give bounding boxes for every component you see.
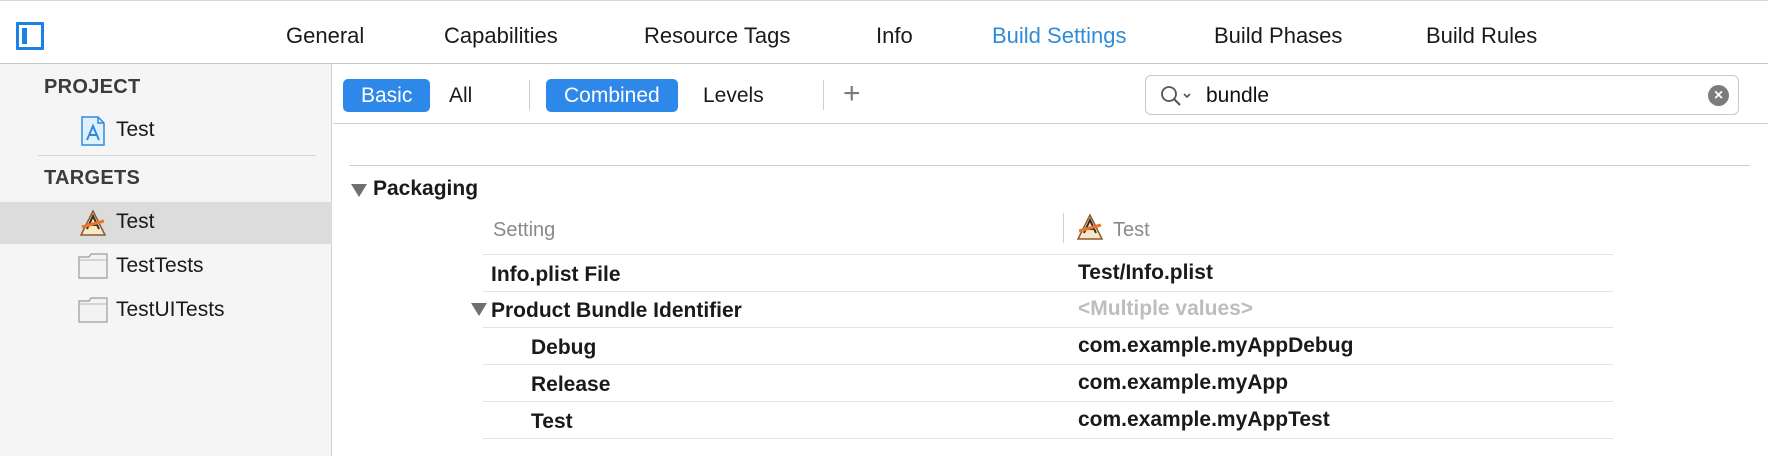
column-header-setting: Setting xyxy=(493,219,556,241)
column-header-target: Test xyxy=(1113,219,1150,241)
disclosure-triangle-icon[interactable] xyxy=(351,184,367,197)
navigator-toggle-icon[interactable] xyxy=(16,22,44,50)
setting-value[interactable]: <Multiple values> xyxy=(1078,297,1253,321)
group-title-packaging: Packaging xyxy=(373,177,479,200)
sidebar-divider xyxy=(38,155,316,156)
sidebar-item-target-test[interactable]: Test xyxy=(0,202,332,244)
table-row[interactable]: Product Bundle Identifier <Multiple valu… xyxy=(471,291,1613,328)
test-bundle-icon xyxy=(78,297,108,323)
sidebar-item-label: TestTests xyxy=(116,254,204,277)
all-filter-button[interactable]: All xyxy=(431,79,490,112)
project-file-icon xyxy=(81,116,105,146)
clear-search-icon[interactable]: × xyxy=(1708,85,1729,106)
table-row[interactable]: Release com.example.myApp xyxy=(483,365,1613,402)
project-section-header: PROJECT xyxy=(44,76,141,98)
editor-tab-bar: General Capabilities Resource Tags Info … xyxy=(0,0,1768,64)
build-settings-toolbar: Basic All Combined Levels + bundle × xyxy=(333,64,1768,124)
column-divider xyxy=(1063,213,1064,243)
search-field[interactable]: bundle × xyxy=(1145,75,1739,115)
setting-value[interactable]: com.example.myAppTest xyxy=(1078,408,1330,432)
app-target-icon xyxy=(1076,213,1104,240)
tab-info[interactable]: Info xyxy=(876,23,913,49)
tab-build-settings[interactable]: Build Settings xyxy=(992,23,1127,49)
targets-section-header: TARGETS xyxy=(44,167,141,189)
combined-view-button[interactable]: Combined xyxy=(546,79,678,112)
sidebar-item-project-test[interactable]: Test xyxy=(0,110,332,152)
setting-name: Release xyxy=(531,373,611,396)
project-target-sidebar: PROJECT Test TARGETS Test TestTests Test… xyxy=(0,64,332,456)
setting-value[interactable]: com.example.myAppDebug xyxy=(1078,334,1353,358)
table-row[interactable]: Info.plist File Test/Info.plist xyxy=(483,254,1613,292)
sidebar-item-target-testuitests[interactable]: TestUITests xyxy=(0,290,332,332)
setting-name: Debug xyxy=(531,336,597,359)
sidebar-item-label: Test xyxy=(116,210,155,233)
sidebar-item-target-testtests[interactable]: TestTests xyxy=(0,246,332,288)
search-input[interactable]: bundle xyxy=(1206,84,1269,108)
setting-value[interactable]: com.example.myApp xyxy=(1078,371,1288,395)
table-row[interactable]: Test com.example.myAppTest xyxy=(483,402,1613,439)
app-target-icon xyxy=(79,209,107,236)
sidebar-item-label: TestUITests xyxy=(116,298,225,321)
add-setting-button[interactable]: + xyxy=(843,78,861,110)
setting-name: Info.plist File xyxy=(491,263,621,286)
tab-capabilities[interactable]: Capabilities xyxy=(444,23,558,49)
toolbar-divider xyxy=(823,80,824,110)
toolbar-divider xyxy=(529,80,530,110)
basic-filter-button[interactable]: Basic xyxy=(343,79,431,112)
disclosure-triangle-icon[interactable] xyxy=(471,303,487,316)
tab-general[interactable]: General xyxy=(286,23,364,49)
tab-build-rules[interactable]: Build Rules xyxy=(1426,23,1537,49)
search-icon xyxy=(1161,86,1191,106)
sidebar-item-label: Test xyxy=(116,118,155,141)
test-bundle-icon xyxy=(78,253,108,279)
setting-name: Test xyxy=(531,410,573,433)
tab-resource-tags[interactable]: Resource Tags xyxy=(644,23,790,49)
table-row[interactable]: Debug com.example.myAppDebug xyxy=(483,328,1613,365)
levels-view-button[interactable]: Levels xyxy=(685,79,782,112)
build-settings-panel: Basic All Combined Levels + bundle × Pac… xyxy=(333,64,1768,456)
tab-build-phases[interactable]: Build Phases xyxy=(1214,23,1342,49)
setting-name: Product Bundle Identifier xyxy=(491,299,742,322)
section-divider xyxy=(349,165,1750,166)
setting-value[interactable]: Test/Info.plist xyxy=(1078,261,1213,285)
